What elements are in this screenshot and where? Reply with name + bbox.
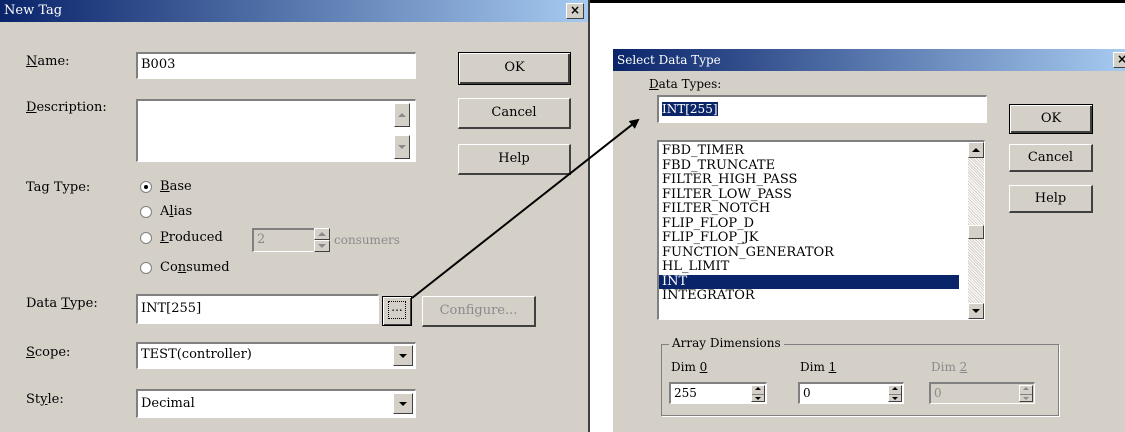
scroll-up-icon <box>398 113 406 117</box>
description-label: Description: <box>26 100 107 115</box>
scroll-down-icon <box>398 145 406 149</box>
data-type-list-item[interactable]: FUNCTION_GENERATOR <box>659 245 959 261</box>
array-dimensions-label: Array Dimensions <box>669 336 784 350</box>
spin-icon <box>1020 386 1032 395</box>
data-type-list-item[interactable]: HL_LIMIT <box>659 259 959 275</box>
data-type-label: Data Type: <box>26 296 98 311</box>
scope-label: Scope: <box>26 345 71 360</box>
dim1-spin[interactable] <box>888 385 902 402</box>
data-types-label: Data Types: <box>649 77 722 91</box>
close-icon: × <box>1117 52 1125 66</box>
select-data-type-close-button[interactable]: × <box>1113 52 1125 68</box>
browse-data-type-button[interactable]: ... <box>382 296 412 326</box>
style-dropdown-button[interactable] <box>393 393 413 414</box>
data-type-list-item[interactable]: FILTER_NOTCH <box>659 201 959 217</box>
select-cancel-button[interactable]: Cancel <box>1009 144 1093 172</box>
select-data-type-titlebar: Select Data Type <box>613 49 1125 71</box>
data-type-list-item[interactable]: FBD_TRUNCATE <box>659 158 959 174</box>
radio-alias[interactable] <box>140 206 152 218</box>
data-type-list-item[interactable]: INT <box>659 274 959 289</box>
spin-up-icon <box>318 232 326 236</box>
new-tag-help-button[interactable]: Help <box>458 144 571 175</box>
data-type-list-item[interactable]: INTEGRATOR <box>659 288 959 304</box>
style-label: Style: <box>26 392 64 407</box>
new-tag-dialog: New Tag × Name: B003 OK Cancel Help Desc… <box>0 0 590 432</box>
consumers-spin-down <box>314 240 330 252</box>
tag-type-label: Tag Type: <box>26 180 91 195</box>
scope-select[interactable]: TEST(controller) <box>136 342 416 369</box>
spin-down-icon <box>318 244 326 248</box>
new-tag-title: New Tag <box>4 3 63 18</box>
select-data-type-dialog: Select Data Type × Data Types: INT[255] … <box>612 48 1125 432</box>
chevron-down-icon <box>399 354 407 358</box>
list-scroll-thumb[interactable] <box>968 225 984 239</box>
spin-icon <box>889 386 901 395</box>
list-scroll-up-button[interactable] <box>968 142 984 158</box>
consumers-label: consumers <box>334 233 400 247</box>
array-dimensions-group <box>661 344 1059 416</box>
consumers-input: 2 <box>252 228 316 252</box>
data-types-input-text: INT[255] <box>662 102 718 116</box>
style-select[interactable]: Decimal <box>136 389 416 418</box>
dim2-spin <box>1019 385 1033 402</box>
close-icon: × <box>569 3 581 17</box>
radio-base[interactable] <box>140 181 152 193</box>
description-scroll-down-button[interactable] <box>394 135 410 159</box>
radio-consumed[interactable] <box>140 262 152 274</box>
radio-alias-label[interactable]: Alias <box>160 204 192 219</box>
name-label: Name: <box>26 54 70 69</box>
radio-produced-label[interactable]: Produced <box>160 230 223 245</box>
divider-line <box>590 0 1125 3</box>
data-type-list-item[interactable]: FILTER_LOW_PASS <box>659 187 959 203</box>
radio-base-label[interactable]: Base <box>160 179 192 194</box>
new-tag-titlebar: New Tag <box>0 0 588 22</box>
ellipsis-icon: ... <box>388 301 406 319</box>
data-types-list-items: FBD_TIMER FBD_TRUNCATE FILTER_HIGH_PASS FIL… <box>659 142 959 304</box>
dim0-spin[interactable] <box>751 385 765 402</box>
scroll-down-icon <box>972 309 980 313</box>
scroll-up-icon <box>972 148 980 152</box>
configure-button: Configure... <box>422 296 536 327</box>
select-ok-button[interactable]: OK <box>1009 104 1093 134</box>
new-tag-cancel-button[interactable]: Cancel <box>458 98 571 129</box>
consumers-spin-up <box>314 228 330 240</box>
dim1-label: Dim 1 <box>800 360 837 374</box>
scope-dropdown-button[interactable] <box>393 345 413 366</box>
dim2-label: Dim 2 <box>931 360 968 374</box>
data-types-list[interactable]: FBD_TIMER FBD_TRUNCATE FILTER_HIGH_PASS FIL… <box>657 140 985 320</box>
name-input[interactable]: B003 <box>136 52 416 79</box>
data-type-list-item[interactable]: FBD_TIMER <box>659 143 959 159</box>
radio-produced[interactable] <box>140 232 152 244</box>
select-help-button[interactable]: Help <box>1009 185 1093 213</box>
data-type-input[interactable]: INT[255] <box>136 294 379 324</box>
description-scroll-up-button[interactable] <box>394 103 410 127</box>
data-type-list-item[interactable]: FLIP_FLOP_JK <box>659 230 959 246</box>
chevron-down-icon <box>399 402 407 406</box>
select-data-type-title: Select Data Type <box>617 53 721 67</box>
list-scroll-down-button[interactable] <box>968 303 984 319</box>
radio-consumed-label[interactable]: Consumed <box>160 260 230 275</box>
new-tag-ok-button[interactable]: OK <box>458 52 571 85</box>
dim0-label: Dim 0 <box>671 360 708 374</box>
data-type-list-item[interactable]: FILTER_HIGH_PASS <box>659 172 959 188</box>
data-types-scrollbar[interactable] <box>968 142 984 319</box>
description-textarea[interactable] <box>136 99 416 162</box>
data-types-input[interactable]: INT[255] <box>657 95 987 123</box>
data-type-list-item[interactable]: FLIP_FLOP_D <box>659 216 959 232</box>
spin-icon <box>752 386 764 395</box>
new-tag-close-button[interactable]: × <box>566 3 584 19</box>
